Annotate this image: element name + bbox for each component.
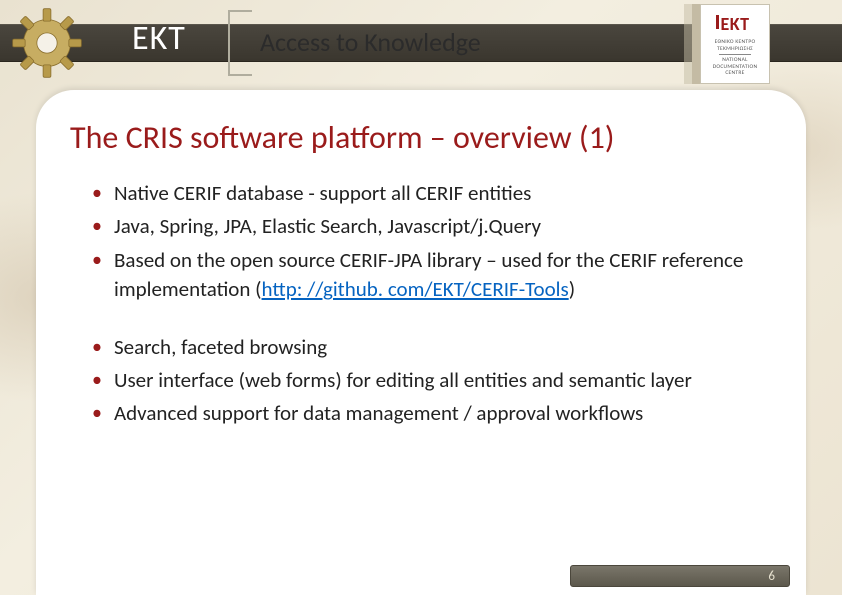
header: EKT Access to Knowledge EKT ΕΘΝΙΚΟ ΚΕΝΤΡ… (0, 0, 842, 90)
list-item: Native CERIF database - support all CERI… (92, 179, 772, 208)
org-name: EKT (132, 18, 186, 59)
github-link[interactable]: http: //github. com/EKT/CERIF-Tools (262, 276, 569, 302)
gear-icon (8, 4, 86, 82)
bullet-group-1: Native CERIF database - support all CERI… (92, 179, 772, 305)
link-suffix: ) (569, 276, 575, 302)
content-panel: The CRIS software platform – overview (1… (36, 90, 806, 595)
page-number-box: 6 (570, 565, 790, 587)
list-item: Based on the open source CERIF-JPA libra… (92, 246, 772, 305)
logo: EKT ΕΘΝΙΚΟ ΚΕΝΤΡΟ ΤΕΚΜΗΡΙΩΣΗΣ NATIONAL D… (700, 4, 770, 84)
logo-main: EKT (720, 13, 749, 35)
slide-title: The CRIS software platform – overview (1… (70, 118, 772, 157)
tagline: Access to Knowledge (260, 26, 481, 58)
list-item: Search, faceted browsing (92, 333, 772, 362)
bracket-decoration (228, 10, 252, 76)
list-item: Java, Spring, JPA, Elastic Search, Javas… (92, 212, 772, 241)
bullet-group-2: Search, faceted browsing User interface … (92, 333, 772, 429)
logo-subtitle: ΕΘΝΙΚΟ ΚΕΝΤΡΟ ΤΕΚΜΗΡΙΩΣΗΣ NATIONAL DOCUM… (713, 39, 758, 77)
list-item: User interface (web forms) for editing a… (92, 366, 772, 395)
list-item: Advanced support for data management / a… (92, 399, 772, 428)
page-number: 6 (768, 569, 775, 584)
